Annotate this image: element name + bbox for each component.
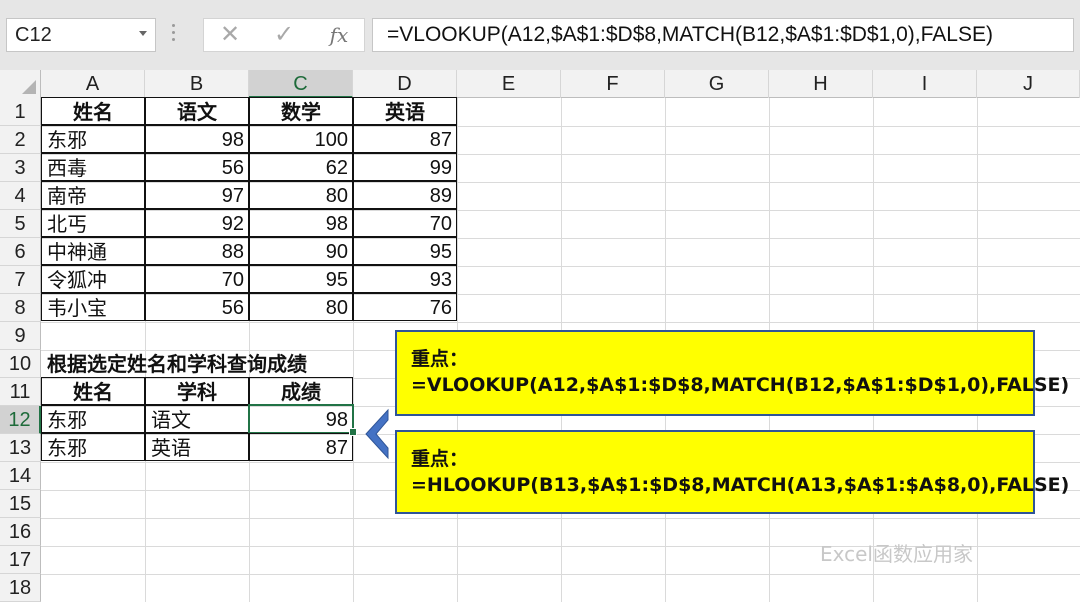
fill-handle[interactable] (349, 428, 357, 436)
row-header-3[interactable]: 3 (0, 154, 41, 182)
table-cell-name[interactable]: 令狐冲 (41, 265, 145, 293)
lookup-title[interactable]: 根据选定姓名和学科查询成绩 (42, 350, 362, 378)
table-cell-name[interactable]: 北丐 (41, 209, 145, 237)
table-cell-name[interactable]: 东邪 (41, 125, 145, 153)
column-header-f[interactable]: F (561, 70, 665, 98)
name-box[interactable]: C12 (6, 18, 156, 52)
lookup-header-subject[interactable]: 学科 (145, 377, 249, 405)
table-cell-math[interactable]: 95 (249, 265, 353, 293)
drag-handle-icon[interactable] (172, 24, 176, 46)
column-header-b[interactable]: B (145, 70, 249, 98)
column-header-j[interactable]: J (977, 70, 1080, 98)
lookup-header-name[interactable]: 姓名 (41, 377, 145, 405)
callout-title: 重点： (411, 448, 469, 470)
select-all-button[interactable] (0, 70, 41, 98)
column-header-a[interactable]: A (41, 70, 145, 98)
callout-hlookup: 重点： =HLOOKUP(B13,$A$1:$D$8,MATCH(A13,$A$… (395, 430, 1069, 514)
row-header-15[interactable]: 15 (0, 490, 41, 518)
callout-title: 重点： (411, 348, 469, 370)
table-cell-math[interactable]: 80 (249, 181, 353, 209)
table-cell-name[interactable]: 西毒 (41, 153, 145, 181)
column-header-h[interactable]: H (769, 70, 873, 98)
formula-bar: C12 ✕ ✓ fx =VLOOKUP(A12,$A$1:$D$8,MATCH(… (0, 0, 1080, 70)
column-header-i[interactable]: I (873, 70, 977, 98)
column-header-row: A B C D E F G H I J (0, 70, 1080, 98)
table-cell-english[interactable]: 76 (353, 293, 457, 321)
cancel-icon[interactable]: ✕ (210, 21, 250, 49)
callout-vlookup: 重点： =VLOOKUP(A12,$A$1:$D$8,MATCH(B12,$A$… (395, 330, 1069, 416)
column-header-e[interactable]: E (457, 70, 561, 98)
row-header-13[interactable]: 13 (0, 434, 41, 462)
table-cell-chinese[interactable]: 97 (145, 181, 249, 209)
table-header-chinese[interactable]: 语文 (145, 97, 249, 125)
table-cell-english[interactable]: 99 (353, 153, 457, 181)
lookup-header-score[interactable]: 成绩 (249, 377, 353, 405)
table-header-math[interactable]: 数学 (249, 97, 353, 125)
row-header-5[interactable]: 5 (0, 210, 41, 238)
lookup-cell-subject[interactable]: 语文 (145, 405, 249, 433)
table-cell-name[interactable]: 中神通 (41, 237, 145, 265)
row-header-18[interactable]: 18 (0, 574, 41, 602)
chevron-down-icon[interactable] (139, 31, 147, 36)
callout-formula: =HLOOKUP(B13,$A$1:$D$8,MATCH(A13,$A$1:$A… (411, 474, 1070, 496)
formula-text: =VLOOKUP(A12,$A$1:$D$8,MATCH(B12,$A$1:$D… (387, 23, 993, 46)
column-header-g[interactable]: G (665, 70, 769, 98)
table-cell-english[interactable]: 89 (353, 181, 457, 209)
table-cell-name[interactable]: 韦小宝 (41, 293, 145, 321)
table-cell-math[interactable]: 98 (249, 209, 353, 237)
row-header-14[interactable]: 14 (0, 462, 41, 490)
table-cell-math[interactable]: 62 (249, 153, 353, 181)
table-header-english[interactable]: 英语 (353, 97, 457, 125)
table-cell-math[interactable]: 90 (249, 237, 353, 265)
row-header-1[interactable]: 1 (0, 98, 41, 126)
row-header-6[interactable]: 6 (0, 238, 41, 266)
table-header-name[interactable]: 姓名 (41, 97, 145, 125)
row-header-11[interactable]: 11 (0, 378, 41, 406)
lookup-cell-score[interactable]: 87 (249, 433, 353, 461)
name-box-value: C12 (15, 24, 52, 46)
table-cell-english[interactable]: 70 (353, 209, 457, 237)
table-cell-math[interactable]: 80 (249, 293, 353, 321)
row-header-4[interactable]: 4 (0, 182, 41, 210)
row-header-12[interactable]: 12 (0, 406, 41, 434)
formula-buttons: ✕ ✓ fx (203, 18, 365, 52)
column-header-d[interactable]: D (353, 70, 457, 98)
row-header-8[interactable]: 8 (0, 294, 41, 322)
table-cell-chinese[interactable]: 88 (145, 237, 249, 265)
callout-formula: =VLOOKUP(A12,$A$1:$D$8,MATCH(B12,$A$1:$D… (411, 374, 1070, 396)
row-header-17[interactable]: 17 (0, 546, 41, 574)
table-cell-chinese[interactable]: 56 (145, 153, 249, 181)
row-header-2[interactable]: 2 (0, 126, 41, 154)
lookup-cell-name[interactable]: 东邪 (41, 433, 145, 461)
lookup-cell-score-active[interactable]: 98 (248, 404, 354, 434)
table-cell-english[interactable]: 95 (353, 237, 457, 265)
table-cell-english[interactable]: 93 (353, 265, 457, 293)
row-header-10[interactable]: 10 (0, 350, 41, 378)
row-header-7[interactable]: 7 (0, 266, 41, 294)
lookup-cell-name[interactable]: 东邪 (41, 405, 145, 433)
table-cell-name[interactable]: 南帝 (41, 181, 145, 209)
table-cell-chinese[interactable]: 56 (145, 293, 249, 321)
column-header-c[interactable]: C (249, 70, 353, 98)
table-cell-english[interactable]: 87 (353, 125, 457, 153)
insert-function-icon[interactable]: fx (319, 21, 359, 49)
table-cell-math[interactable]: 100 (249, 125, 353, 153)
row-header-9[interactable]: 9 (0, 322, 41, 350)
row-header-16[interactable]: 16 (0, 518, 41, 546)
lookup-cell-subject[interactable]: 英语 (145, 433, 249, 461)
formula-input[interactable]: =VLOOKUP(A12,$A$1:$D$8,MATCH(B12,$A$1:$D… (372, 18, 1074, 52)
bracket-arrow-icon (365, 408, 389, 460)
table-cell-chinese[interactable]: 70 (145, 265, 249, 293)
enter-icon[interactable]: ✓ (264, 21, 304, 49)
table-cell-chinese[interactable]: 98 (145, 125, 249, 153)
table-cell-chinese[interactable]: 92 (145, 209, 249, 237)
watermark: Excel函数应用家 (820, 542, 973, 566)
